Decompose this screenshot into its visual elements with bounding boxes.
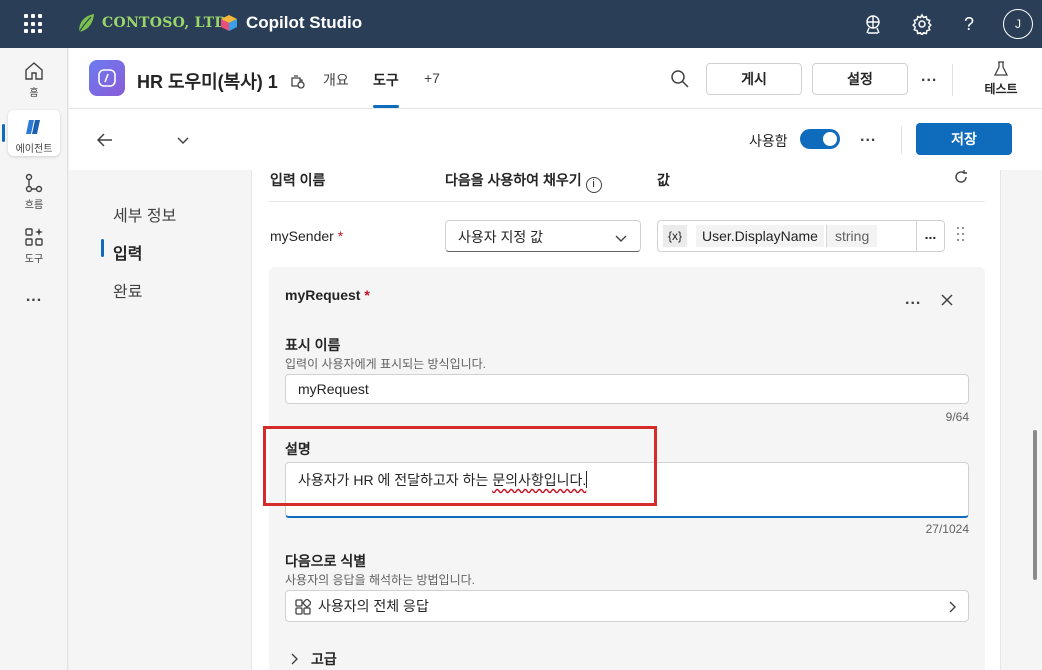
card-more-button[interactable]: ... (905, 291, 921, 309)
user-avatar[interactable]: J (1003, 9, 1033, 39)
tab-more[interactable]: +7 (424, 70, 440, 86)
help-icon[interactable]: ? (958, 13, 980, 35)
top-bar: CONTOSO, LTD. Copilot Studio ? J (0, 0, 1042, 48)
refresh-icon[interactable] (952, 168, 970, 186)
product-name: Copilot Studio (246, 13, 363, 32)
settings-button[interactable]: 설정 (812, 63, 908, 95)
enabled-label: 사용함 (749, 133, 788, 149)
left-rail: 홈 에이전트 흐름 도구 ... (0, 48, 68, 670)
description-counter: 27/1024 (925, 522, 969, 536)
subbar-more-button[interactable]: ... (860, 128, 876, 146)
header-more-button[interactable]: ... (921, 68, 937, 86)
test-button[interactable]: 테스트 (973, 60, 1029, 97)
chevron-right-icon (291, 653, 298, 665)
contoso-leaf-icon (78, 14, 94, 33)
product-title[interactable]: Copilot Studio (220, 13, 362, 33)
chevron-right-icon (949, 601, 956, 613)
save-button[interactable]: 저장 (916, 123, 1012, 155)
header-divider (952, 64, 953, 96)
input-row-name-text: mySender (270, 228, 334, 244)
tab-tools[interactable]: 도구 (373, 70, 399, 90)
drag-handle-icon[interactable] (957, 227, 965, 243)
rail-label-home: 홈 (29, 88, 39, 99)
identify-as-hint: 사용자의 응답을 해석하는 방법입니다. (285, 573, 475, 587)
column-header-fill-with: 다음을 사용하여 채우기 i (445, 170, 602, 193)
card-title-text: myRequest (285, 287, 361, 303)
header-divider-line (69, 108, 1042, 109)
variable-name: User.DisplayName (696, 225, 824, 247)
rail-item-home[interactable]: 홈 (0, 60, 68, 99)
inputs-panel: 입력 이름 다음을 사용하여 채우기 i 값 mySender * 사용자 지정 … (251, 170, 1001, 670)
scrollbar[interactable] (1033, 430, 1037, 580)
company-brand: CONTOSO, LTD. (76, 12, 232, 34)
flow-icon (25, 173, 43, 193)
agent-name: HR 도우미(복사) 1 (137, 72, 278, 92)
nav-item-details[interactable]: 세부 정보 (113, 202, 176, 226)
chevron-down-icon (615, 235, 627, 242)
rail-item-agents[interactable]: 에이전트 (0, 116, 68, 155)
nav-item-inputs[interactable]: 입력 (113, 240, 142, 264)
advanced-label: 고급 (311, 651, 337, 667)
variable-icon: {x} (663, 225, 688, 247)
back-arrow-icon[interactable] (95, 130, 115, 150)
nav-active-indicator (101, 239, 104, 257)
company-name: CONTOSO, LTD. (102, 15, 232, 31)
display-name-counter: 9/64 (945, 410, 969, 424)
tab-overview[interactable]: 개요 (323, 70, 349, 90)
rail-label-tools: 도구 (24, 254, 44, 265)
rail-label-agents: 에이전트 (15, 144, 53, 155)
identify-as-value: 사용자의 전체 응답 (318, 598, 429, 614)
waffle-icon[interactable] (24, 14, 44, 34)
fill-with-dropdown[interactable]: 사용자 지정 값 (445, 220, 641, 252)
enabled-toggle[interactable] (800, 129, 840, 149)
rail-more-button[interactable]: ... (0, 288, 68, 306)
flask-icon (993, 61, 1009, 76)
chevron-down-icon[interactable] (175, 132, 191, 148)
info-icon[interactable]: i (585, 177, 602, 193)
agent-avatar-icon (89, 60, 125, 96)
value-more-button[interactable]: ... (916, 221, 944, 251)
content-area: 세부 정보 입력 완료 입력 이름 다음을 사용하여 채우기 i 값 mySend… (69, 170, 1042, 670)
home-icon (25, 62, 43, 80)
card-required-mark: * (364, 287, 370, 303)
subbar-divider (901, 126, 902, 154)
advanced-section-toggle[interactable]: 고급 (289, 649, 337, 669)
display-name-hint: 입력이 사용자에게 표시되는 방식입니다. (285, 357, 487, 371)
fill-with-value: 사용자 지정 값 (458, 229, 544, 245)
entity-icon (295, 599, 311, 615)
highlight-box (263, 426, 657, 506)
environment-icon[interactable] (862, 13, 884, 35)
tools-icon (25, 228, 43, 246)
required-mark: * (337, 228, 344, 244)
copilot-studio-logo-icon (221, 15, 237, 31)
settings-icon[interactable] (911, 13, 933, 35)
column-header-fill-with-label: 다음을 사용하여 채우기 (445, 172, 582, 188)
rail-item-flows[interactable]: 흐름 (0, 172, 68, 211)
column-header-value: 값 (657, 172, 670, 188)
rail-label-flows: 흐름 (24, 200, 44, 211)
agent-status-icon[interactable] (288, 72, 306, 90)
main-panel: HR 도우미(복사) 1 개요 도구 +7 게시 설정 ... 테스트 사용함 … (69, 48, 1042, 670)
nav-item-completion[interactable]: 완료 (113, 278, 142, 302)
display-name-label: 표시 이름 (285, 337, 341, 353)
identify-as-select[interactable]: 사용자의 전체 응답 (285, 590, 969, 622)
close-icon[interactable] (940, 293, 954, 307)
value-field[interactable]: {x} User.DisplayName string ... (657, 220, 945, 252)
input-row-name: mySender * (270, 228, 343, 244)
variable-type: string (826, 225, 878, 247)
card-title: myRequest * (285, 287, 370, 303)
column-header-input-name: 입력 이름 (270, 172, 326, 188)
table-header-divider (269, 201, 985, 202)
test-label: 테스트 (984, 82, 1018, 96)
search-icon[interactable] (670, 69, 690, 89)
display-name-input[interactable]: myRequest (285, 374, 969, 404)
rail-item-tools[interactable]: 도구 (0, 226, 68, 265)
publish-button[interactable]: 게시 (706, 63, 802, 95)
svg-text:?: ? (964, 14, 974, 34)
identify-as-label: 다음으로 식별 (285, 553, 367, 569)
agent-icon (26, 120, 40, 134)
